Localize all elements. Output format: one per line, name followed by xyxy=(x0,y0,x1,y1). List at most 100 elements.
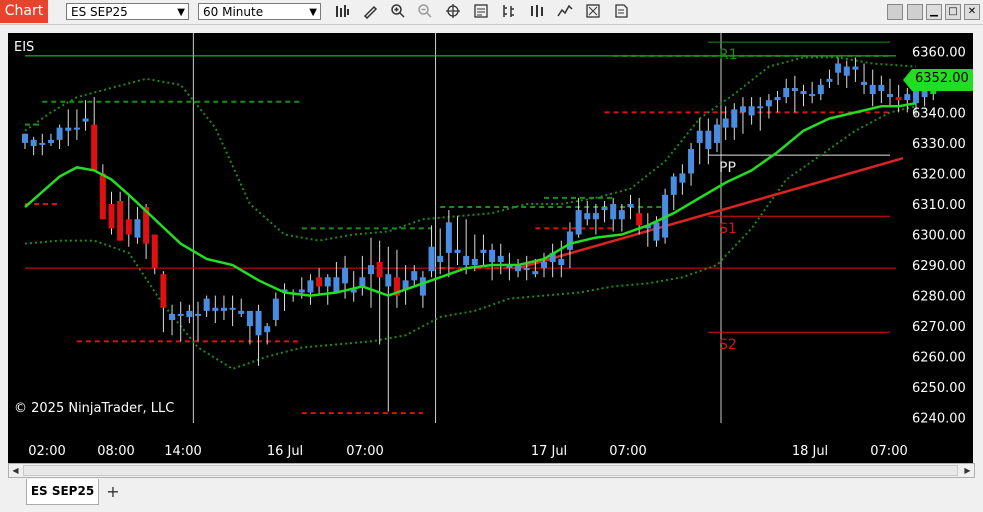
candle-body xyxy=(419,277,426,296)
y-axis-tick-label: 6330.00 xyxy=(912,137,966,152)
candle-body xyxy=(592,213,599,220)
instrument-value: ES SEP25 xyxy=(71,5,128,19)
crosshair-icon[interactable] xyxy=(444,3,462,21)
candle-body xyxy=(774,97,781,101)
candle-body xyxy=(272,298,279,321)
chart-tab-strip: ES SEP25 + xyxy=(0,479,983,512)
candle-body xyxy=(705,130,712,150)
candle-body xyxy=(212,307,219,311)
candle-body xyxy=(437,255,444,263)
interval-selector[interactable]: 60 Minute ▼ xyxy=(198,3,321,20)
candle-body xyxy=(575,210,582,235)
scroll-left-icon[interactable]: ◀ xyxy=(9,464,22,477)
candle-body xyxy=(497,255,504,263)
y-axis-tick-label: 6260.00 xyxy=(912,351,966,366)
candle-body xyxy=(117,200,124,241)
candle-body xyxy=(82,118,89,122)
candle-body xyxy=(714,124,720,143)
bar-type-icon[interactable] xyxy=(333,3,351,21)
data-box-icon[interactable] xyxy=(472,3,490,21)
maximize-icon[interactable]: □ xyxy=(945,4,961,20)
sma-line xyxy=(24,101,917,297)
chevron-down-icon: ▼ xyxy=(177,7,185,18)
candle-body xyxy=(359,277,366,287)
candle-body xyxy=(160,274,167,308)
candle-body xyxy=(134,219,141,238)
candle-body xyxy=(887,94,893,98)
chart-style-icon[interactable] xyxy=(556,3,574,21)
candle-body xyxy=(177,313,184,316)
scroll-right-icon[interactable]: ▶ xyxy=(961,464,974,477)
candle-body xyxy=(904,94,911,101)
candle-body xyxy=(255,310,262,336)
candle-body xyxy=(195,313,201,316)
horizontal-scrollbar[interactable]: ◀ ▶ xyxy=(8,463,975,478)
candle-body xyxy=(809,94,816,97)
candle-body xyxy=(566,231,573,250)
instrument-selector[interactable]: ES SEP25 ▼ xyxy=(66,3,189,20)
close-icon[interactable]: ✕ xyxy=(964,4,980,20)
y-axis-tick-label: 6360.00 xyxy=(912,45,966,60)
strategies-icon[interactable] xyxy=(528,3,546,21)
x-axis-tick-label: 07:00 xyxy=(870,444,907,459)
candle-body xyxy=(411,271,418,281)
candle-body xyxy=(428,246,435,272)
candle-body xyxy=(826,78,833,82)
candle-body xyxy=(895,97,902,101)
candle-body xyxy=(878,84,885,92)
candle-body xyxy=(324,277,331,287)
zoom-in-icon[interactable] xyxy=(389,3,407,21)
candle-body xyxy=(298,289,305,293)
y-axis-tick-label: 6290.00 xyxy=(912,259,966,274)
zoom-out-icon[interactable] xyxy=(416,3,434,21)
candle-body xyxy=(385,274,392,287)
candle-body xyxy=(739,106,746,113)
minimize-icon[interactable]: ▁ xyxy=(926,4,942,20)
x-axis-tick-label: 07:00 xyxy=(609,444,646,459)
draw-pencil-icon[interactable] xyxy=(361,3,379,21)
current-price-marker: 6352.00 xyxy=(903,69,973,91)
candle-body xyxy=(316,277,323,287)
bollinger-lower-band xyxy=(24,105,917,370)
copyright-notice: © 2025 NinjaTrader, LLC xyxy=(14,401,175,416)
add-tab-icon[interactable]: + xyxy=(104,483,122,501)
candle-body xyxy=(835,63,842,73)
candle-body xyxy=(852,66,859,70)
candle-body xyxy=(108,203,115,229)
y-axis-tick-label: 6320.00 xyxy=(912,167,966,182)
tile-icon[interactable] xyxy=(907,4,923,20)
pivot-label-s1: S1 xyxy=(719,221,737,237)
candle-body xyxy=(30,139,37,146)
candle-body xyxy=(39,142,46,145)
candle-body xyxy=(307,280,314,293)
indicators-icon[interactable] xyxy=(500,3,518,21)
restore-icon[interactable] xyxy=(887,4,903,20)
chart-toolbar: Chart ES SEP25 ▼ 60 Minute ▼ ▁ □ ✕ xyxy=(0,0,983,25)
candle-body xyxy=(791,87,798,92)
candle-body xyxy=(229,307,236,310)
candle-body xyxy=(203,298,210,311)
candle-body xyxy=(731,109,738,128)
current-price-label: 6352.00 xyxy=(915,71,969,86)
x-axis-tick-label: 14:00 xyxy=(164,444,201,459)
scrollbar-thumb[interactable] xyxy=(23,465,958,476)
candle-body xyxy=(523,268,530,271)
properties-icon[interactable] xyxy=(584,3,602,21)
tab-es-sep25[interactable]: ES SEP25 xyxy=(26,479,99,505)
candlestick-chart[interactable]: R1PPS1S26360.006350.006340.006330.006320… xyxy=(8,33,973,463)
y-axis-tick-label: 6300.00 xyxy=(912,229,966,244)
candle-body xyxy=(817,84,824,95)
candle-body xyxy=(765,100,772,107)
candle-body xyxy=(47,139,54,143)
candle-body xyxy=(91,124,98,171)
price-chart-panel[interactable]: R1PPS1S26360.006350.006340.006330.006320… xyxy=(8,33,973,463)
candle-body xyxy=(757,106,764,109)
candle-body xyxy=(541,262,547,269)
interval-value: 60 Minute xyxy=(203,5,264,19)
pivot-label-pp: PP xyxy=(719,160,736,176)
candle-body xyxy=(454,249,461,253)
chart-window-tab[interactable]: Chart xyxy=(0,0,48,23)
templates-icon[interactable] xyxy=(612,3,630,21)
candle-body xyxy=(679,173,686,183)
chevron-down-icon: ▼ xyxy=(309,7,317,18)
